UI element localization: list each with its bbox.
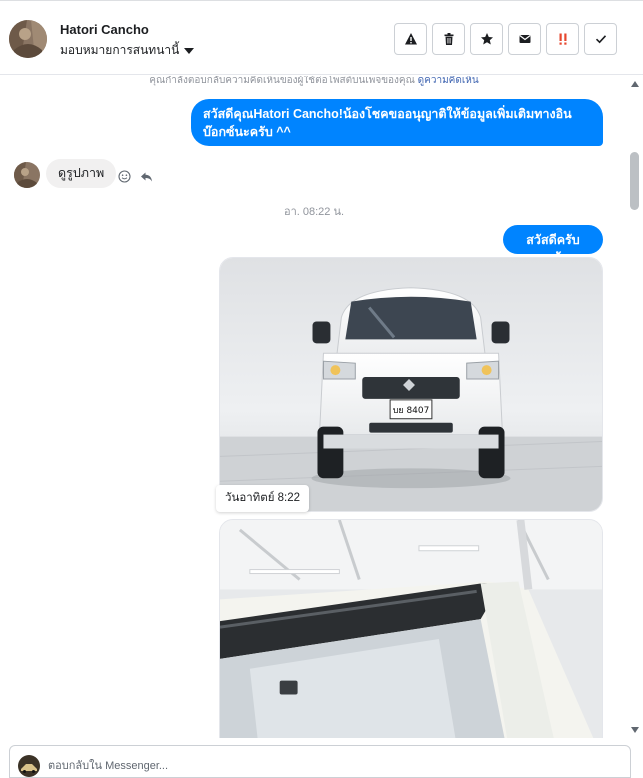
mark-done-button[interactable] [584,23,617,55]
contact-avatar[interactable] [9,20,47,58]
thread-scrollbar[interactable] [628,76,643,738]
license-plate-text: บย 8407 [393,406,430,416]
exclamation-icon [559,33,566,45]
message-thread[interactable]: คุณกำลังตอบกลับความคิดเห็นของผู้ใช้ต่อโพ… [0,76,628,738]
contact-avatar-small[interactable] [14,162,40,188]
message-timestamp: อา. 08:22 น. [283,206,345,218]
outgoing-message[interactable]: สวัสดีคุณHatori Cancho!น้องโชคขออนุญาติใ… [191,99,603,146]
scrollbar-thumb[interactable] [630,152,639,210]
vehicle-photo-front[interactable]: บย 8407 [219,257,603,512]
follow-up-button[interactable] [546,23,579,55]
messenger-conversation-window: Hatori Cancho มอบหมายการสนทนานี้ คุณกำลั… [0,0,643,778]
scroll-down-arrow-icon[interactable] [631,727,639,733]
mark-unread-button[interactable] [508,23,541,55]
conversation-header: Hatori Cancho มอบหมายการสนทนานี้ [0,4,643,75]
check-icon [595,35,606,44]
assign-conversation-dropdown[interactable]: มอบหมายการสนทนานี้ [60,41,195,60]
outgoing-message[interactable]: สวัสดีครับลูกค้า [503,225,603,265]
delete-button[interactable] [432,23,465,55]
scroll-up-arrow-icon[interactable] [631,81,639,87]
warning-icon [404,33,417,45]
reply-composer [9,745,631,778]
incoming-message[interactable]: ดูรูปภาพ [46,159,117,188]
reply-icon[interactable] [140,170,153,183]
comment-reply-notice: คุณกำลังตอบกลับความคิดเห็นของผู้ใช้ต่อโพ… [0,76,628,88]
notice-text: คุณกำลังตอบกลับความคิดเห็นของผู้ใช้ต่อโพ… [149,76,415,86]
star-button[interactable] [470,23,503,55]
contact-name[interactable]: Hatori Cancho [60,22,149,37]
emoji-react-icon[interactable] [118,170,131,183]
vehicle-photo-window-visor[interactable] [219,519,603,738]
message-input[interactable] [48,755,608,777]
star-icon [480,33,493,45]
photo-timestamp-tooltip: วันอาทิตย์ 8:22 [216,485,310,512]
trash-icon [444,33,453,45]
view-comment-link[interactable]: ดูความคิดเห็น [418,76,479,86]
assign-conversation-label: มอบหมายการสนทนานี้ [60,43,180,57]
mark-spam-button[interactable] [394,23,427,55]
envelope-icon [518,35,531,43]
conversation-actions [394,23,617,55]
caret-down-icon [184,48,195,54]
message-actions [118,170,153,183]
page-avatar [18,755,40,777]
